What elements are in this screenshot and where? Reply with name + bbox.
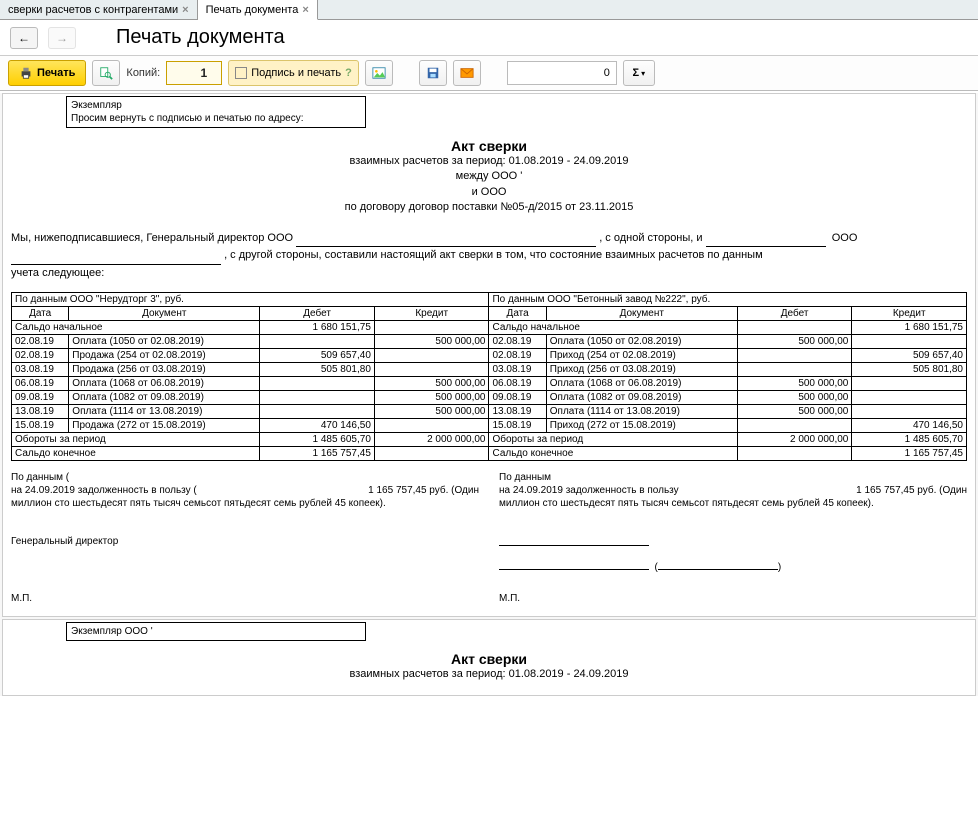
print-button[interactable]: Печать (8, 60, 86, 86)
gendir-label: Генеральный директор (11, 536, 479, 547)
document-page-2: Экземпляр ООО ' Акт сверки взаимных расч… (2, 619, 976, 695)
summary-right: По данным на 24.09.2019 задолженность в … (499, 471, 967, 510)
envelope-icon (460, 66, 474, 80)
sign-left: Генеральный директор (11, 536, 479, 573)
sign-and-print-button[interactable]: Подпись и печать ? (228, 60, 359, 86)
exemplar-box: Экземпляр Просим вернуть с подписью и пе… (66, 96, 366, 128)
save-button[interactable] (419, 60, 447, 86)
document-viewport[interactable]: Экземпляр Просим вернуть с подписью и пе… (0, 93, 978, 696)
print-label: Печать (37, 67, 75, 79)
exem-line2: Просим вернуть с подписью и печатью по а… (71, 112, 361, 125)
image-button[interactable] (365, 60, 393, 86)
nav-back-button[interactable]: ← (10, 27, 38, 49)
doc-sub3: и ООО (11, 185, 967, 200)
sign-line (658, 560, 778, 570)
mp-left: М.П. (11, 593, 479, 604)
tab-print-doc[interactable]: Печать документа × (198, 0, 318, 20)
sum-r3: миллион сто шестьдесят пять тысяч семьсо… (499, 497, 967, 510)
page-title: Печать документа (116, 26, 285, 49)
exem-line1: Экземпляр (71, 99, 361, 112)
tab-bar: сверки расчетов с контрагентами × Печать… (0, 0, 978, 20)
picture-icon (372, 66, 386, 80)
col-date: Дата (12, 307, 69, 321)
tab-reconciliation[interactable]: сверки расчетов с контрагентами × (0, 0, 198, 19)
table-row: 02.08.19Продажа (254 от 02.08.2019)509 6… (12, 349, 967, 363)
nav-row: ← → Печать документа (0, 20, 978, 55)
sum-l-amt: 1 165 757,45 руб. (Один (368, 484, 479, 497)
close-icon[interactable]: × (182, 4, 188, 16)
table-row: Сальдо начальное1 680 151,75Сальдо начал… (12, 321, 967, 335)
table-row: 03.08.19Продажа (256 от 03.08.2019)505 8… (12, 363, 967, 377)
table-row: 06.08.19Оплата (1068 от 06.08.2019)500 0… (12, 377, 967, 391)
mail-button[interactable] (453, 60, 481, 86)
col-date: Дата (489, 307, 546, 321)
sum-l3: миллион сто шестьдесят пять тысяч семьсо… (11, 497, 479, 510)
col-debit: Дебет (260, 307, 375, 321)
doc-sub2: между ООО ' (11, 169, 967, 184)
reconciliation-table: По данным ООО "Нерудторг 3", руб. По дан… (11, 292, 967, 461)
sign-right: () (499, 536, 967, 573)
col-credit: Кредит (852, 307, 967, 321)
col-doc: Документ (69, 307, 260, 321)
sign-print-label: Подпись и печать (251, 67, 341, 79)
table-row: Сальдо конечное1 165 757,45Сальдо конечн… (12, 447, 967, 461)
summary-block: По данным ( на 24.09.2019 задолженность … (11, 471, 967, 510)
help-icon: ? (345, 67, 352, 79)
exemplar-box: Экземпляр ООО ' (66, 622, 366, 641)
doc-sub1: взаимных расчетов за период: 01.08.2019 … (11, 667, 967, 682)
close-icon[interactable]: × (302, 4, 308, 16)
intro-b: , с одной стороны, и (599, 232, 702, 244)
table-row: 02.08.19Оплата (1050 от 02.08.2019)500 0… (12, 335, 967, 349)
col-credit: Кредит (374, 307, 489, 321)
blank-line (11, 254, 221, 265)
col-doc: Документ (546, 307, 737, 321)
sum-r-amt: 1 165 757,45 руб. (Один (856, 484, 967, 497)
blank-line (296, 236, 596, 247)
table-row: Обороты за период1 485 605,702 000 000,0… (12, 433, 967, 447)
sum-l2: на 24.09.2019 задолженность в пользу ( (11, 485, 197, 496)
magnifier-icon (99, 66, 113, 80)
intro-text: Мы, нижеподписавшиеся, Генеральный дирек… (11, 230, 967, 283)
tab-label: сверки расчетов с контрагентами (8, 4, 178, 16)
diskette-icon (426, 66, 440, 80)
blank-line (706, 236, 826, 247)
tab-label: Печать документа (206, 4, 299, 16)
doc-title: Акт сверки (11, 138, 967, 154)
printer-icon (19, 66, 33, 80)
doc-sub4: по договору договор поставки №05-д/2015 … (11, 200, 967, 215)
sum-l1: По данным ( (11, 471, 479, 484)
sigma-button[interactable]: Σ ▾ (623, 60, 655, 86)
doc-sub1: взаимных расчетов за период: 01.08.2019 … (11, 154, 967, 169)
col-debit: Дебет (737, 307, 852, 321)
sign-line (499, 560, 649, 570)
preview-button[interactable] (92, 60, 120, 86)
exem2: Экземпляр ООО ' (71, 626, 153, 637)
table-row: 09.08.19Оплата (1082 от 09.08.2019)500 0… (12, 391, 967, 405)
signature-row: Генеральный директор () (11, 536, 967, 573)
intro-e: учета следующее: (11, 267, 104, 279)
sign-line (499, 536, 649, 546)
intro-c: ООО (832, 232, 858, 244)
doc-title: Акт сверки (11, 651, 967, 667)
right-header: По данным ООО "Бетонный завод №222", руб… (489, 293, 967, 307)
table-row: 13.08.19Оплата (1114 от 13.08.2019)500 0… (12, 405, 967, 419)
document-page: Экземпляр Просим вернуть с подписью и пе… (2, 93, 976, 617)
checkbox-icon (235, 67, 247, 79)
mp-right: М.П. (499, 593, 967, 604)
toolbar: Печать Копий: Подпись и печать ? Σ ▾ (0, 55, 978, 91)
left-header: По данным ООО "Нерудторг 3", руб. (12, 293, 489, 307)
copies-input[interactable] (166, 61, 222, 85)
summary-left: По данным ( на 24.09.2019 задолженность … (11, 471, 479, 510)
intro-d: , с другой стороны, составили настоящий … (224, 249, 763, 261)
sum-r2: на 24.09.2019 задолженность в пользу (499, 485, 679, 496)
copies-label: Копий: (126, 67, 160, 79)
nav-forward-button[interactable]: → (48, 27, 76, 49)
sigma-icon: Σ (633, 67, 640, 79)
mp-row: М.П. М.П. (11, 593, 967, 604)
dropdown-icon: ▾ (641, 69, 645, 78)
table-row: 15.08.19Продажа (272 от 15.08.2019)470 1… (12, 419, 967, 433)
sum-r1: По данным (499, 471, 967, 484)
sum-input[interactable] (507, 61, 617, 85)
intro-a: Мы, нижеподписавшиеся, Генеральный дирек… (11, 232, 293, 244)
